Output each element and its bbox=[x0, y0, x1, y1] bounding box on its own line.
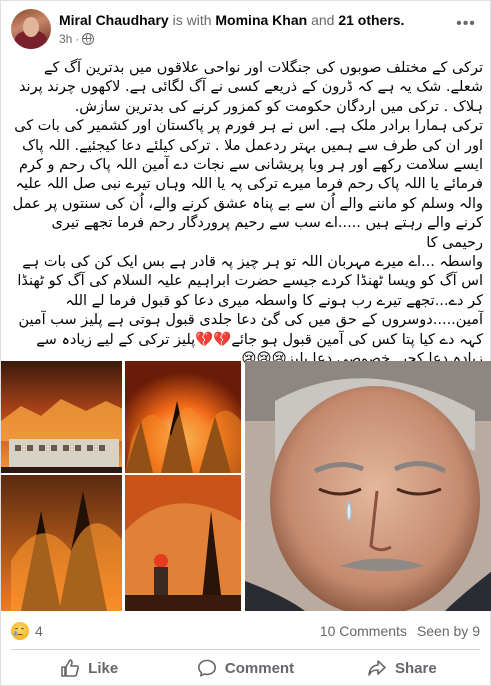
like-button[interactable]: Like bbox=[11, 651, 167, 685]
comment-label: Comment bbox=[224, 659, 295, 677]
post-text-line: واسطہ ...اے میرے مہربان اللہ تو ہر چیز پ… bbox=[22, 254, 483, 271]
dot-separator: · bbox=[75, 32, 80, 46]
tagged-others[interactable]: 21 others. bbox=[338, 12, 404, 28]
post-text-line: فرمائے یا اللہ پاک رحم فرما میرے ترکی پہ… bbox=[15, 176, 483, 193]
reaction-count[interactable]: 4 bbox=[35, 623, 43, 639]
post-text-line: کر دے...تجھے تیرے رب ہونے کا واسطہ میری … bbox=[65, 292, 483, 309]
seen-count[interactable]: Seen by 9 bbox=[417, 623, 480, 639]
author-avatar[interactable] bbox=[11, 9, 51, 49]
post-text: ترکی کے مختلف صوبوں کی جنگلات اور نواحی … bbox=[11, 59, 483, 370]
crying-man-image[interactable] bbox=[245, 361, 491, 611]
comments-count[interactable]: 10 Comments bbox=[320, 623, 407, 639]
post-stats: 4 10 Comments Seen by 9 bbox=[11, 620, 480, 642]
post-header-text: Miral Chaudhary is with Momina Khan and … bbox=[59, 9, 452, 47]
post-meta: 3h · bbox=[59, 31, 452, 47]
post-actions: Like Comment Share bbox=[11, 651, 480, 685]
post-text-line: ترکی کے مختلف صوبوں کی جنگلات اور نواحی … bbox=[43, 60, 483, 76]
more-options-icon[interactable]: ••• bbox=[452, 13, 480, 35]
post-text-line: ایسے سلامت رکھے اور ہر وبا پریشانی سے نج… bbox=[19, 157, 483, 174]
share-button[interactable]: Share bbox=[324, 651, 480, 685]
thumbs-up-icon bbox=[60, 658, 80, 678]
tagged-person[interactable]: Momina Khan bbox=[215, 12, 307, 28]
globe-icon bbox=[82, 33, 95, 45]
comment-button[interactable]: Comment bbox=[167, 651, 323, 685]
post-header: Miral Chaudhary is with Momina Khan and … bbox=[11, 9, 480, 53]
post-text-line: کرنے والے رہتے ہیں .....اے سب سے رحیم پر… bbox=[51, 215, 483, 251]
post-time[interactable]: 3h bbox=[59, 31, 72, 47]
post-text-line: شعلے. شک یہ ہے کہ ڈرون کے ذریعے کسی نے آ… bbox=[18, 79, 483, 96]
post-card: Miral Chaudhary is with Momina Khan and … bbox=[0, 0, 491, 686]
crying-face-icon[interactable] bbox=[11, 622, 29, 640]
post-text-line: والہ وسلم کو ماننے والے اُن سے بے پناہ ع… bbox=[12, 195, 483, 212]
comment-bubble-icon bbox=[197, 658, 217, 678]
actions-divider bbox=[11, 649, 480, 650]
post-text-line: ہلاک . ترکی میں اردگان حکومت کو کمزور کر… bbox=[74, 98, 483, 115]
author-name[interactable]: Miral Chaudhary bbox=[59, 12, 169, 28]
with-text: is with bbox=[172, 12, 212, 28]
share-arrow-icon bbox=[367, 658, 387, 678]
post-text-line: اس آگ کو ویسا ٹھنڈا کردے جیسے حضرت ابراہ… bbox=[17, 273, 483, 290]
post-text-line: آمین.....دوسروں کے حق میں کی گئ دعا جلدی… bbox=[18, 312, 483, 329]
post-text-line: کہہ دے کیا پتا کس کی آمین قبول ہو جائے💔💔… bbox=[36, 331, 483, 348]
and-text: and bbox=[311, 12, 335, 28]
post-author-line: Miral Chaudhary is with Momina Khan and … bbox=[59, 11, 452, 29]
post-text-line: ترکی ہمارا برادر ملک ہے. اس نے ہر فورم پ… bbox=[14, 118, 483, 135]
wildfire-collage-image[interactable] bbox=[1, 361, 241, 611]
like-label: Like bbox=[88, 659, 119, 677]
post-media bbox=[1, 361, 491, 611]
share-label: Share bbox=[394, 659, 437, 677]
post-text-line: اور ان کی طرف سے ہمیں بہتر ردعمل ملا . ت… bbox=[22, 137, 483, 154]
